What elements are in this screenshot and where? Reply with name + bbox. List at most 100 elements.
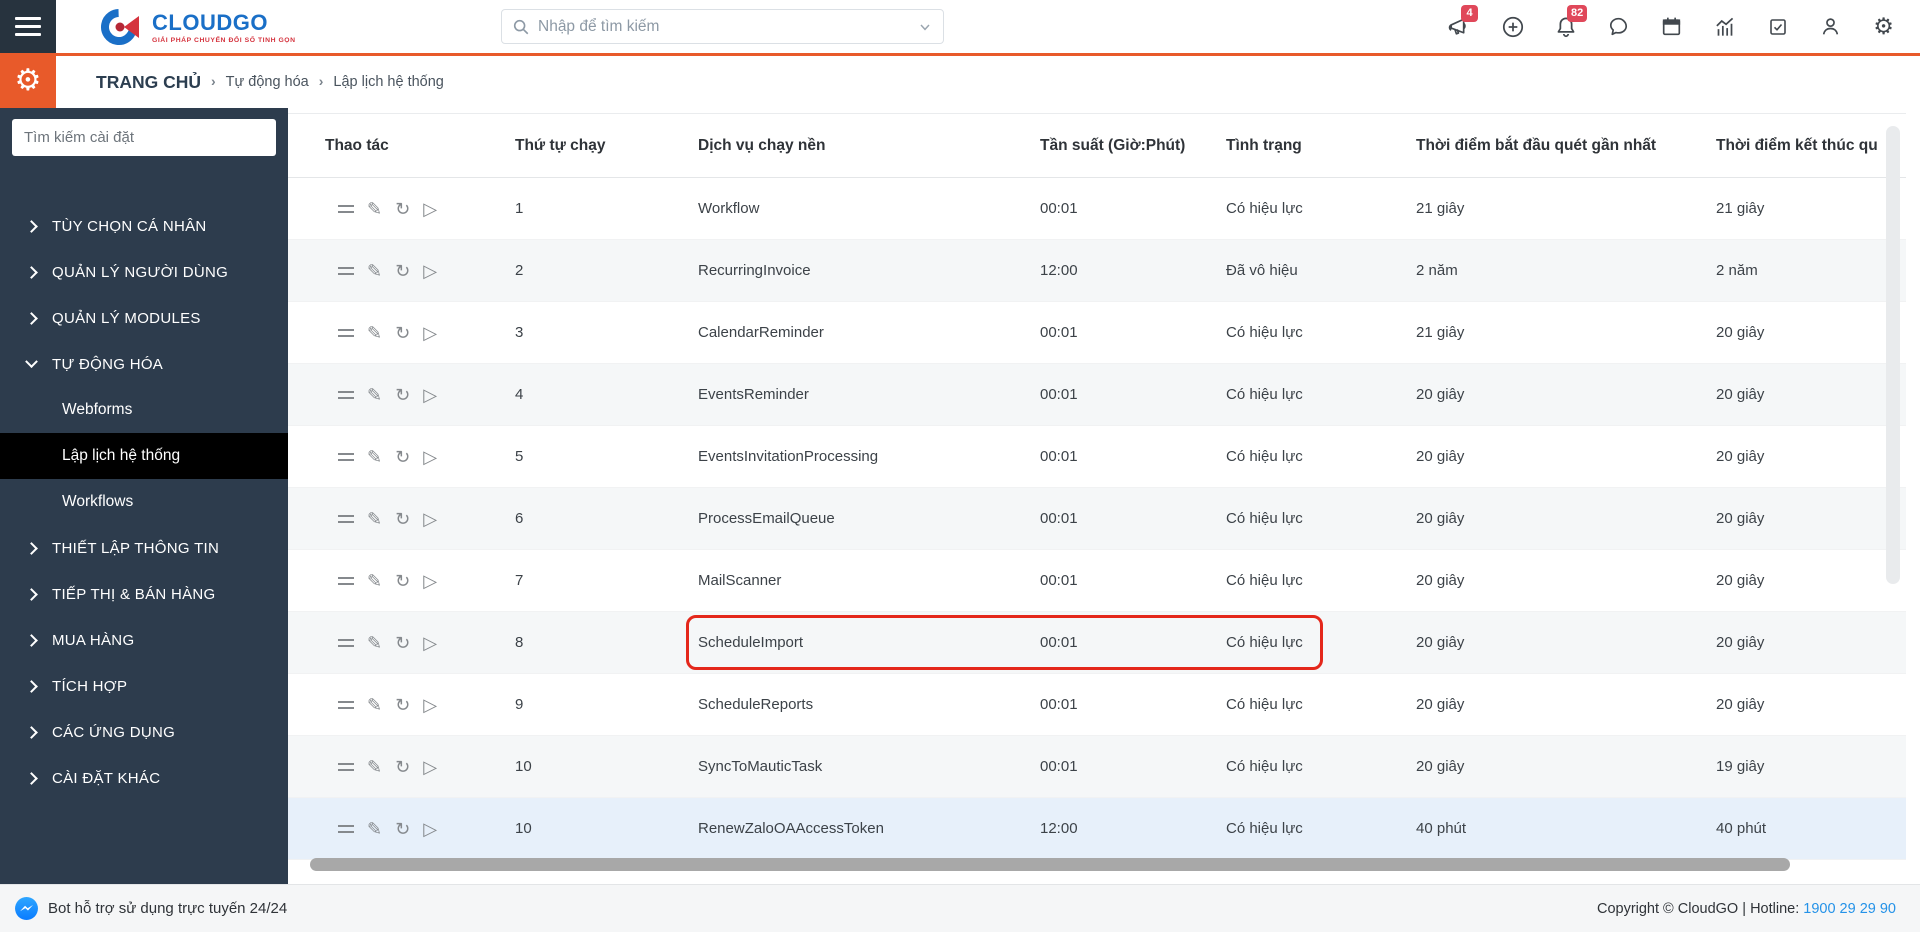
sidebar-menu-item[interactable]: CÁC ỨNG DỤNG [0,709,288,755]
global-search-box[interactable] [501,9,944,44]
cloudgo-logo[interactable]: CLOUDGO GIẢI PHÁP CHUYỂN ĐỔI SỐ TINH GỌN [98,5,296,49]
cell-run-order: 10 [515,736,698,798]
edit-pencil-icon[interactable]: ✎ [367,820,382,838]
col-header-status: Tình trạng [1226,114,1416,178]
refresh-icon[interactable]: ↻ [395,200,410,218]
edit-pencil-icon[interactable]: ✎ [367,200,382,218]
sidebar-menu-item[interactable]: MUA HÀNG [0,617,288,663]
edit-pencil-icon[interactable]: ✎ [367,262,382,280]
refresh-icon[interactable]: ↻ [395,758,410,776]
sidebar-menu-item[interactable]: Workflows [0,479,288,525]
table-row[interactable]: ✎ ↻ ▷ 10 SyncToMauticTask 00:01 Có hiệu … [288,736,1906,798]
sidebar-menu-item[interactable]: Lập lịch hệ thống [0,433,288,479]
run-play-icon[interactable]: ▷ [423,262,437,280]
chat-icon[interactable] [1592,0,1645,53]
table-row[interactable]: ✎ ↻ ▷ 10 RenewZaloOAAccessToken 12:00 Có… [288,798,1906,860]
sidebar-menu-item[interactable]: CÀI ĐẶT KHÁC [0,755,288,801]
table-row[interactable]: ✎ ↻ ▷ 5 EventsInvitationProcessing 00:01… [288,426,1906,488]
edit-pencil-icon[interactable]: ✎ [367,696,382,714]
drag-handle-icon[interactable] [338,267,354,275]
sidebar-menu-item[interactable]: Webforms [0,387,288,433]
run-play-icon[interactable]: ▷ [423,634,437,652]
drag-handle-icon[interactable] [338,825,354,833]
edit-pencil-icon[interactable]: ✎ [367,510,382,528]
drag-handle-icon[interactable] [338,329,354,337]
table-row[interactable]: ✎ ↻ ▷ 9 ScheduleReports 00:01 Có hiệu lự… [288,674,1906,736]
drag-handle-icon[interactable] [338,701,354,709]
refresh-icon[interactable]: ↻ [395,820,410,838]
sidebar-menu-item[interactable]: TIẾP THỊ & BÁN HÀNG [0,571,288,617]
sidebar-menu-item[interactable]: THIẾT LẬP THÔNG TIN [0,525,288,571]
table-row[interactable]: ✎ ↻ ▷ 3 CalendarReminder 00:01 Có hiệu l… [288,302,1906,364]
table-row[interactable]: ✎ ↻ ▷ 1 Workflow 00:01 Có hiệu lực 21 gi… [288,178,1906,240]
settings-section-gear-icon[interactable]: ⚙ [0,53,56,108]
edit-pencil-icon[interactable]: ✎ [367,386,382,404]
col-header-last-scan-end: Thời điểm kết thúc qu [1716,114,1906,178]
refresh-icon[interactable]: ↻ [395,510,410,528]
sidebar-search-input[interactable] [12,119,276,156]
run-play-icon[interactable]: ▷ [423,572,437,590]
edit-pencil-icon[interactable]: ✎ [367,758,382,776]
edit-pencil-icon[interactable]: ✎ [367,324,382,342]
refresh-icon[interactable]: ↻ [395,634,410,652]
edit-pencil-icon[interactable]: ✎ [367,448,382,466]
sidebar-menu-item[interactable]: QUẢN LÝ MODULES [0,295,288,341]
user-profile-icon[interactable] [1804,0,1857,53]
hamburger-menu-icon[interactable] [0,0,56,53]
table-row[interactable]: ✎ ↻ ▷ 8 ScheduleImport 00:01 Có hiệu lực… [288,612,1906,674]
analytics-chart-icon[interactable] [1698,0,1751,53]
cell-status: Có hiệu lực [1226,364,1416,426]
cell-scan-end: 2 năm [1716,240,1906,302]
drag-handle-icon[interactable] [338,515,354,523]
drag-handle-icon[interactable] [338,205,354,213]
breadcrumb-item-current[interactable]: Lập lịch hệ thống [333,74,443,90]
table-row[interactable]: ✎ ↻ ▷ 2 RecurringInvoice 12:00 Đã vô hiệ… [288,240,1906,302]
drag-handle-icon[interactable] [338,391,354,399]
refresh-icon[interactable]: ↻ [395,448,410,466]
horizontal-scrollbar-thumb[interactable] [310,858,1790,871]
run-play-icon[interactable]: ▷ [423,758,437,776]
col-header-last-scan-start: Thời điểm bắt đầu quét gần nhất [1416,114,1716,178]
run-play-icon[interactable]: ▷ [423,324,437,342]
announcement-icon[interactable]: 4 [1433,0,1486,53]
tasks-checkbox-icon[interactable] [1751,0,1804,53]
sidebar-menu-item[interactable]: QUẢN LÝ NGƯỜI DÙNG [0,249,288,295]
table-row[interactable]: ✎ ↻ ▷ 7 MailScanner 00:01 Có hiệu lực 20… [288,550,1906,612]
edit-pencil-icon[interactable]: ✎ [367,572,382,590]
refresh-icon[interactable]: ↻ [395,262,410,280]
hotline-number-link[interactable]: 1900 29 29 90 [1803,901,1896,917]
global-search-input[interactable] [538,18,917,36]
run-play-icon[interactable]: ▷ [423,820,437,838]
cell-run-order: 8 [515,612,698,674]
settings-gear-icon[interactable]: ⚙ [1857,0,1910,53]
chevron-down-icon[interactable] [917,19,933,35]
breadcrumb-home[interactable]: TRANG CHỦ [96,72,201,93]
vertical-scrollbar-thumb[interactable] [1886,126,1900,584]
breadcrumb-item-automation[interactable]: Tự động hóa [226,74,309,90]
quick-create-icon[interactable] [1486,0,1539,53]
run-play-icon[interactable]: ▷ [423,510,437,528]
table-row[interactable]: ✎ ↻ ▷ 4 EventsReminder 00:01 Có hiệu lực… [288,364,1906,426]
drag-handle-icon[interactable] [338,639,354,647]
edit-pencil-icon[interactable]: ✎ [367,634,382,652]
drag-handle-icon[interactable] [338,577,354,585]
support-bot-link[interactable]: Bot hỗ trợ sử dụng trực tuyến 24/24 [14,896,287,921]
run-play-icon[interactable]: ▷ [423,448,437,466]
sidebar-menu-item[interactable]: TÍCH HỢP [0,663,288,709]
refresh-icon[interactable]: ↻ [395,572,410,590]
notifications-bell-icon[interactable]: 82 [1539,0,1592,53]
refresh-icon[interactable]: ↻ [395,386,410,404]
calendar-icon[interactable] [1645,0,1698,53]
table-row[interactable]: ✎ ↻ ▷ 6 ProcessEmailQueue 00:01 Có hiệu … [288,488,1906,550]
sidebar-menu-item[interactable]: TỰ ĐỘNG HÓA [0,341,288,387]
refresh-icon[interactable]: ↻ [395,696,410,714]
run-play-icon[interactable]: ▷ [423,200,437,218]
chevron-icon [25,634,38,647]
run-play-icon[interactable]: ▷ [423,696,437,714]
refresh-icon[interactable]: ↻ [395,324,410,342]
drag-handle-icon[interactable] [338,763,354,771]
cell-frequency: 00:01 [1040,426,1226,488]
run-play-icon[interactable]: ▷ [423,386,437,404]
sidebar-menu-item[interactable]: TÙY CHỌN CÁ NHÂN [0,203,288,249]
drag-handle-icon[interactable] [338,453,354,461]
